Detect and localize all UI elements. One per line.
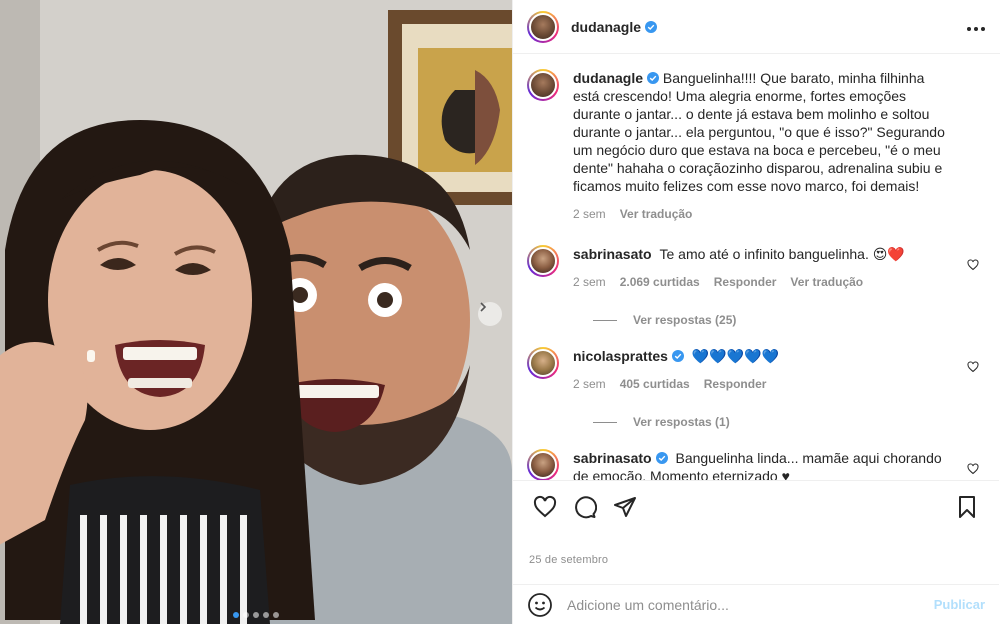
commenter-avatar[interactable] [527, 449, 559, 480]
verified-badge-icon [645, 20, 658, 33]
replies-divider [593, 319, 617, 321]
verified-badge-icon [647, 72, 660, 84]
comment-timestamp[interactable]: 2 sem [573, 273, 606, 291]
post-caption: dudanagle Banguelinha!!!! Que barato, mi… [527, 69, 985, 223]
smiley-icon[interactable] [527, 592, 553, 618]
carousel-dot [273, 612, 279, 618]
caption-timestamp[interactable]: 2 sem [573, 205, 606, 223]
comment-item: sabrinasato Banguelinha linda... mamãe a… [527, 449, 985, 480]
chevron-right-icon [480, 302, 487, 312]
comment-input[interactable] [567, 596, 934, 613]
commenter-username[interactable]: sabrinasato [573, 246, 652, 262]
author-avatar[interactable] [527, 69, 559, 101]
comment-like-heart-icon[interactable] [967, 463, 979, 475]
carousel-dot [263, 612, 269, 618]
commenter-avatar[interactable] [527, 347, 559, 379]
post-header: dudanagle [513, 0, 1000, 54]
post-photo[interactable] [0, 0, 512, 624]
comment-icon [575, 495, 597, 518]
comment-like-heart-icon[interactable] [967, 259, 979, 271]
next-photo-button[interactable] [478, 302, 502, 326]
comment-text: Te amo até o infinito banguelinha. 😍❤️ [659, 246, 905, 262]
see-translation-link[interactable]: Ver tradução [790, 273, 863, 291]
caption-username[interactable]: dudanagle [573, 70, 643, 86]
carousel-dot [233, 612, 239, 618]
heart-icon [533, 495, 557, 517]
commenter-username[interactable]: sabrinasato [573, 450, 652, 466]
view-replies-button[interactable]: Ver respostas (25) [593, 313, 985, 327]
more-options-icon [967, 27, 985, 31]
paper-plane-icon [614, 496, 636, 517]
post-date[interactable]: 25 de setembro [529, 554, 608, 566]
publish-button[interactable]: Publicar [934, 597, 985, 612]
photo-illustration [0, 0, 512, 624]
view-replies-button[interactable]: Ver respostas (1) [593, 415, 985, 429]
save-button[interactable] [947, 487, 987, 527]
commenter-username[interactable]: nicolasprattes [573, 348, 668, 364]
verified-badge-icon [671, 350, 684, 362]
see-translation-link[interactable]: Ver tradução [620, 205, 693, 223]
author-avatar[interactable] [527, 10, 559, 43]
comment-likes[interactable]: 405 curtidas [620, 375, 690, 393]
more-options-button[interactable] [966, 16, 986, 37]
view-replies-label: Ver respostas (25) [633, 313, 737, 327]
reply-button[interactable]: Responder [714, 273, 777, 291]
caption-text: Banguelinha!!!! Que barato, minha filhin… [573, 70, 945, 194]
comment-like-heart-icon[interactable] [967, 361, 979, 373]
carousel-indicator [0, 612, 512, 618]
verified-badge-icon [655, 452, 668, 464]
post-action-bar [513, 480, 999, 532]
comment-button[interactable] [565, 487, 605, 527]
carousel-dot [253, 612, 259, 618]
comments-list[interactable]: dudanagle Banguelinha!!!! Que barato, mi… [513, 55, 999, 480]
share-button[interactable] [605, 487, 645, 527]
replies-divider [593, 421, 617, 423]
reply-button[interactable]: Responder [704, 375, 767, 393]
carousel-dot [243, 612, 249, 618]
view-replies-label: Ver respostas (1) [633, 415, 730, 429]
comment-composer: Publicar [513, 584, 999, 624]
comment-text: 💙💙💙💙💙 [691, 348, 779, 364]
author-username[interactable]: dudanagle [571, 19, 641, 35]
comment-item: nicolasprattes 💙💙💙💙💙 2 sem 405 curtidas … [527, 347, 985, 393]
comment-likes[interactable]: 2.069 curtidas [620, 273, 700, 291]
comment-item: sabrinasato Te amo até o infinito bangue… [527, 245, 985, 291]
commenter-avatar[interactable] [527, 245, 559, 277]
post-details-panel: dudanagle dudanagle Banguelinha!!!! Que … [512, 0, 1000, 624]
comment-timestamp[interactable]: 2 sem [573, 375, 606, 393]
like-button[interactable] [525, 487, 565, 527]
bookmark-icon [959, 495, 975, 518]
